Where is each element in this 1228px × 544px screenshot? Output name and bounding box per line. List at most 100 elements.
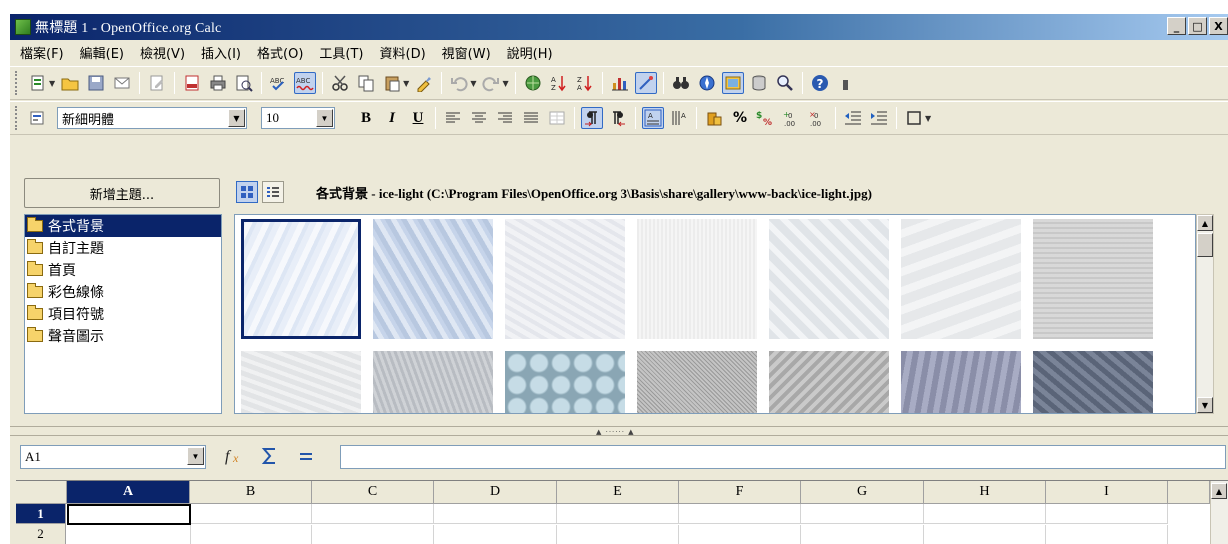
chevron-down-icon[interactable]: ▼ [925,114,931,123]
row-header[interactable]: 1 [16,504,66,524]
chevron-down-icon[interactable]: ▼ [187,447,204,465]
sort-ascending-icon[interactable]: AZ [548,72,570,94]
find-replace-icon[interactable] [670,72,692,94]
column-header-partial[interactable] [1168,481,1210,504]
calc-app-icon[interactable] [15,19,31,35]
borders-icon[interactable] [903,107,925,129]
theme-item-bullets[interactable]: 項目符號 [25,303,221,325]
gallery-thumbnail[interactable] [1033,351,1153,413]
zoom-icon[interactable] [774,72,796,94]
email-icon[interactable] [111,72,133,94]
minimize-button[interactable]: _ [1167,17,1186,35]
cell[interactable] [191,504,312,524]
gallery-thumbnail[interactable] [373,351,493,413]
chevron-down-icon[interactable]: ▼ [49,79,55,88]
equals-icon[interactable] [298,446,314,471]
gallery-thumbnail[interactable] [241,351,361,413]
cell[interactable] [312,525,434,544]
styles-formatting-icon[interactable] [27,107,49,129]
gallery-thumbnail[interactable] [637,351,757,413]
gallery-thumbnail[interactable] [1033,219,1153,339]
add-decimal-icon[interactable]: +0.00 [781,107,803,129]
toolbar-grip[interactable] [15,106,19,130]
toolbar-grip[interactable] [15,71,19,95]
edit-file-icon[interactable] [146,72,168,94]
print-icon[interactable] [207,72,229,94]
chart-icon[interactable] [609,72,631,94]
gallery-scrollbar[interactable]: ▲ ▼ [1196,214,1214,414]
menu-tools[interactable]: 工具(T) [311,43,371,62]
menu-file[interactable]: 檔案(F) [12,43,72,62]
cell[interactable] [924,525,1046,544]
column-header[interactable]: I [1046,481,1168,504]
name-box[interactable]: A1 ▼ [20,445,206,469]
font-name-combo[interactable]: 新細明體 ▼ [57,107,247,129]
gallery-thumbnail[interactable] [505,219,625,339]
help-icon[interactable]: ? [809,72,831,94]
menu-data[interactable]: 資料(D) [372,43,434,62]
cell[interactable] [67,525,191,544]
cell[interactable] [679,525,801,544]
gallery-thumbnail[interactable] [769,351,889,413]
align-center-icon[interactable] [468,107,490,129]
column-header[interactable]: A [67,481,190,504]
italic-button[interactable]: I [381,107,403,129]
cell[interactable] [924,504,1046,524]
cell[interactable] [801,504,924,524]
select-all-corner[interactable] [16,481,67,504]
theme-item-homepage[interactable]: 首頁 [25,259,221,281]
gallery-splitter[interactable]: ▲ ······ ▲ [10,426,1228,436]
new-theme-button[interactable]: 新增主題... [24,178,220,208]
increase-indent-icon[interactable] [868,107,890,129]
gallery-thumbnail[interactable] [769,219,889,339]
menu-help[interactable]: 說明(H) [499,43,561,62]
clone-formatting-icon[interactable] [413,72,435,94]
column-header[interactable]: C [312,481,434,504]
scroll-up-icon[interactable]: ▲ [1211,483,1227,499]
chevron-down-icon[interactable]: ▼ [403,79,409,88]
cell[interactable] [1046,525,1168,544]
formula-input[interactable] [340,445,1226,469]
toolbar-overflow-icon[interactable] [835,72,857,94]
scrollbar-thumb[interactable] [1197,233,1213,257]
column-header[interactable]: G [801,481,924,504]
gallery-icon[interactable] [721,72,744,94]
navigator-icon[interactable] [696,72,718,94]
spellcheck-icon[interactable]: ABC [268,72,290,94]
menu-window[interactable]: 視窗(W) [434,43,499,62]
function-wizard-icon[interactable]: fx [224,446,248,471]
currency-format-icon[interactable] [703,107,725,129]
data-sources-icon[interactable] [748,72,770,94]
percent-format-button[interactable]: % [729,107,751,129]
draw-functions-icon[interactable] [634,72,657,94]
chevron-down-icon[interactable]: ▼ [502,79,508,88]
left-to-right-icon[interactable] [581,107,603,129]
sheet-scrollbar[interactable]: ▲ [1210,481,1228,544]
gallery-thumbnail[interactable] [901,219,1021,339]
new-document-icon[interactable] [27,72,49,94]
splitter-handle-icon[interactable]: ▲ ······ ▲ [596,428,635,436]
cell[interactable] [801,525,924,544]
cell[interactable] [557,504,679,524]
theme-item-rulers[interactable]: 彩色線條 [25,281,221,303]
chevron-down-icon[interactable]: ▼ [316,109,333,127]
undo-icon[interactable] [448,72,470,94]
row-header[interactable]: 2 [16,524,66,544]
gallery-thumbnail[interactable] [241,219,361,339]
theme-item-backgrounds[interactable]: 各式背景 [25,215,221,237]
redo-icon[interactable] [480,72,502,94]
align-left-icon[interactable] [442,107,464,129]
column-header[interactable]: D [434,481,557,504]
cell[interactable] [434,525,557,544]
maximize-button[interactable]: □ [1188,17,1207,35]
cell[interactable] [1046,504,1168,524]
gallery-thumbnail[interactable] [637,219,757,339]
save-icon[interactable] [85,72,107,94]
theme-list[interactable]: 各式背景 自訂主題 首頁 彩色線條 項目符號 聲音圖示 [24,214,222,414]
cell[interactable] [191,525,312,544]
sum-icon[interactable] [260,446,280,471]
menu-edit[interactable]: 編輯(E) [72,43,132,62]
sort-descending-icon[interactable]: ZA [574,72,596,94]
align-right-icon[interactable] [494,107,516,129]
auto-spellcheck-icon[interactable]: ABC [294,72,317,94]
